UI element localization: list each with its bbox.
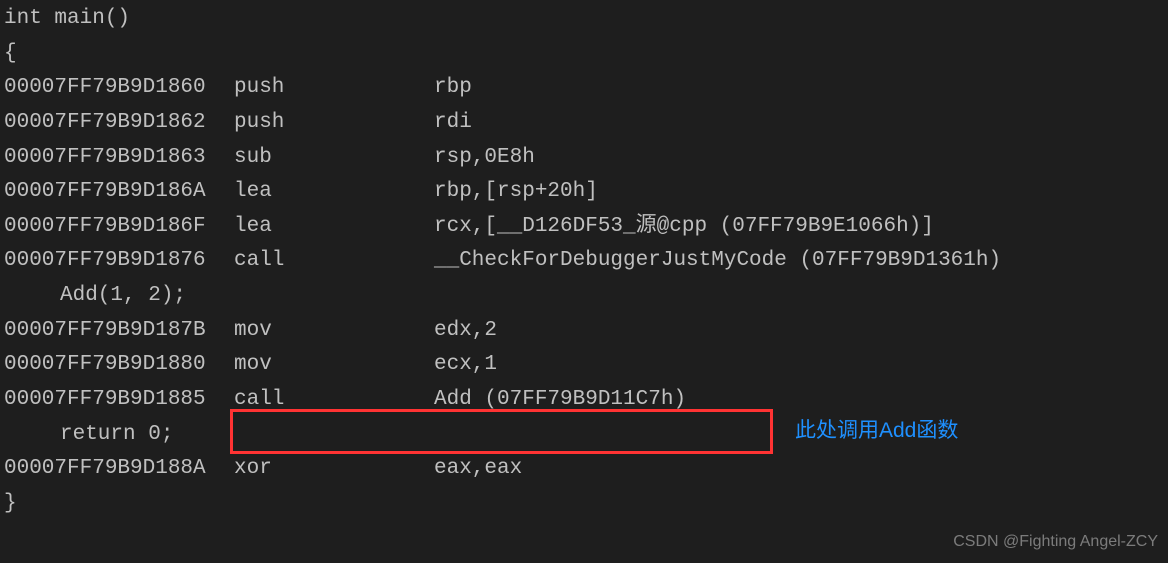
operand: __CheckForDebuggerJustMyCode (07FF79B9D1… — [434, 244, 1001, 279]
code-text: Add(1, 2); — [60, 284, 186, 307]
source-line: Add(1, 2); — [4, 279, 1164, 314]
opcode: mov — [234, 348, 434, 383]
watermark-text: CSDN @Fighting Angel-ZCY — [953, 529, 1158, 555]
address: 00007FF79B9D187B — [4, 314, 234, 349]
opcode: call — [234, 383, 434, 418]
annotation-label: 此处调用Add函数 — [795, 414, 958, 449]
asm-line: 00007FF79B9D1862pushrdi — [4, 106, 1164, 141]
asm-line: 00007FF79B9D1860pushrbp — [4, 71, 1164, 106]
source-line: return 0; — [4, 418, 1164, 453]
source-line: } — [4, 487, 1164, 522]
asm-line: 00007FF79B9D1876call__CheckForDebuggerJu… — [4, 244, 1164, 279]
asm-line: 00007FF79B9D1885callAdd (07FF79B9D11C7h) — [4, 383, 1164, 418]
opcode: sub — [234, 141, 434, 176]
source-line: int main() — [4, 2, 1164, 37]
operand: rdi — [434, 106, 472, 141]
opcode: push — [234, 106, 434, 141]
asm-line: 00007FF79B9D1863subrsp,0E8h — [4, 141, 1164, 176]
operand: Add (07FF79B9D11C7h) — [434, 383, 686, 418]
code-text: return 0; — [60, 423, 173, 446]
code-text: { — [4, 42, 17, 65]
asm-line: 00007FF79B9D188Axoreax,eax — [4, 452, 1164, 487]
code-text: int main() — [4, 7, 130, 30]
address: 00007FF79B9D1876 — [4, 244, 234, 279]
operand: edx,2 — [434, 314, 497, 349]
opcode: push — [234, 71, 434, 106]
address: 00007FF79B9D1863 — [4, 141, 234, 176]
address: 00007FF79B9D1860 — [4, 71, 234, 106]
asm-line: 00007FF79B9D1880movecx,1 — [4, 348, 1164, 383]
opcode: lea — [234, 210, 434, 245]
operand: ecx,1 — [434, 348, 497, 383]
asm-line: 00007FF79B9D187Bmovedx,2 — [4, 314, 1164, 349]
opcode: xor — [234, 452, 434, 487]
opcode: lea — [234, 175, 434, 210]
source-line: { — [4, 37, 1164, 72]
address: 00007FF79B9D188A — [4, 452, 234, 487]
operand: rbp — [434, 71, 472, 106]
opcode: call — [234, 244, 434, 279]
operand: rbp,[rsp+20h] — [434, 175, 598, 210]
address: 00007FF79B9D186A — [4, 175, 234, 210]
asm-line: 00007FF79B9D186Alearbp,[rsp+20h] — [4, 175, 1164, 210]
address: 00007FF79B9D1862 — [4, 106, 234, 141]
address: 00007FF79B9D1885 — [4, 383, 234, 418]
operand: rcx,[__D126DF53_源@cpp (07FF79B9E1066h)] — [434, 210, 934, 245]
opcode: mov — [234, 314, 434, 349]
asm-line: 00007FF79B9D186Flearcx,[__D126DF53_源@cpp… — [4, 210, 1164, 245]
address: 00007FF79B9D186F — [4, 210, 234, 245]
operand: rsp,0E8h — [434, 141, 535, 176]
address: 00007FF79B9D1880 — [4, 348, 234, 383]
operand: eax,eax — [434, 452, 522, 487]
code-text: } — [4, 492, 17, 515]
